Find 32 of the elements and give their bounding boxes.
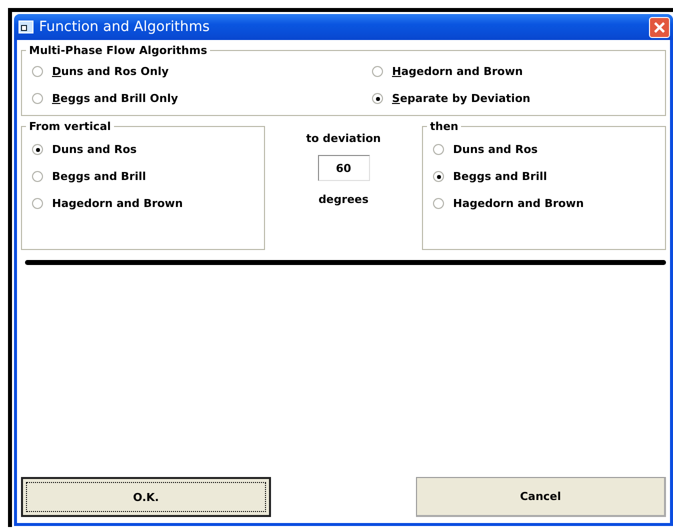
ok-button[interactable]: O.K. [21,477,271,517]
radio-indicator[interactable] [32,198,43,209]
radio-button[interactable]: Separate by Deviation [372,92,655,105]
group-title: then [429,120,460,133]
window-title: Function and Algorithms [39,19,211,35]
radio-indicator[interactable] [372,93,383,104]
close-icon [653,20,666,34]
radio-button[interactable]: Hagedorn and Brown [32,197,254,210]
unit-label: degrees [318,193,369,206]
radio-indicator[interactable] [32,66,43,77]
cancel-button[interactable]: Cancel [416,477,666,517]
close-button[interactable] [649,16,670,38]
radio-button[interactable]: Hagedorn and Brown [433,197,655,210]
deviation-label: to deviation [306,132,381,145]
group-title: Multi-Phase Flow Algorithms [28,44,208,57]
radio-button[interactable]: Beggs and Brill [433,170,655,183]
radio-button[interactable]: Beggs and Brill [32,170,254,183]
radio-button[interactable]: Duns and Ros Only [32,65,372,78]
radio-indicator[interactable] [433,198,444,209]
radio-indicator[interactable] [32,93,43,104]
radio-button[interactable]: Beggs and Brill Only [32,92,372,105]
group-title: From vertical [28,120,112,133]
radio-indicator[interactable] [372,66,383,77]
radio-button[interactable]: Duns and Ros [32,143,254,156]
radio-indicator[interactable] [433,171,444,182]
radio-indicator[interactable] [32,144,43,155]
deviation-field[interactable]: 60 [318,155,370,181]
radio-indicator[interactable] [433,144,444,155]
radio-indicator[interactable] [32,171,43,182]
radio-button[interactable]: Hagedorn and Brown [372,65,655,78]
app-icon [18,20,34,34]
radio-button[interactable]: Duns and Ros [433,143,655,156]
